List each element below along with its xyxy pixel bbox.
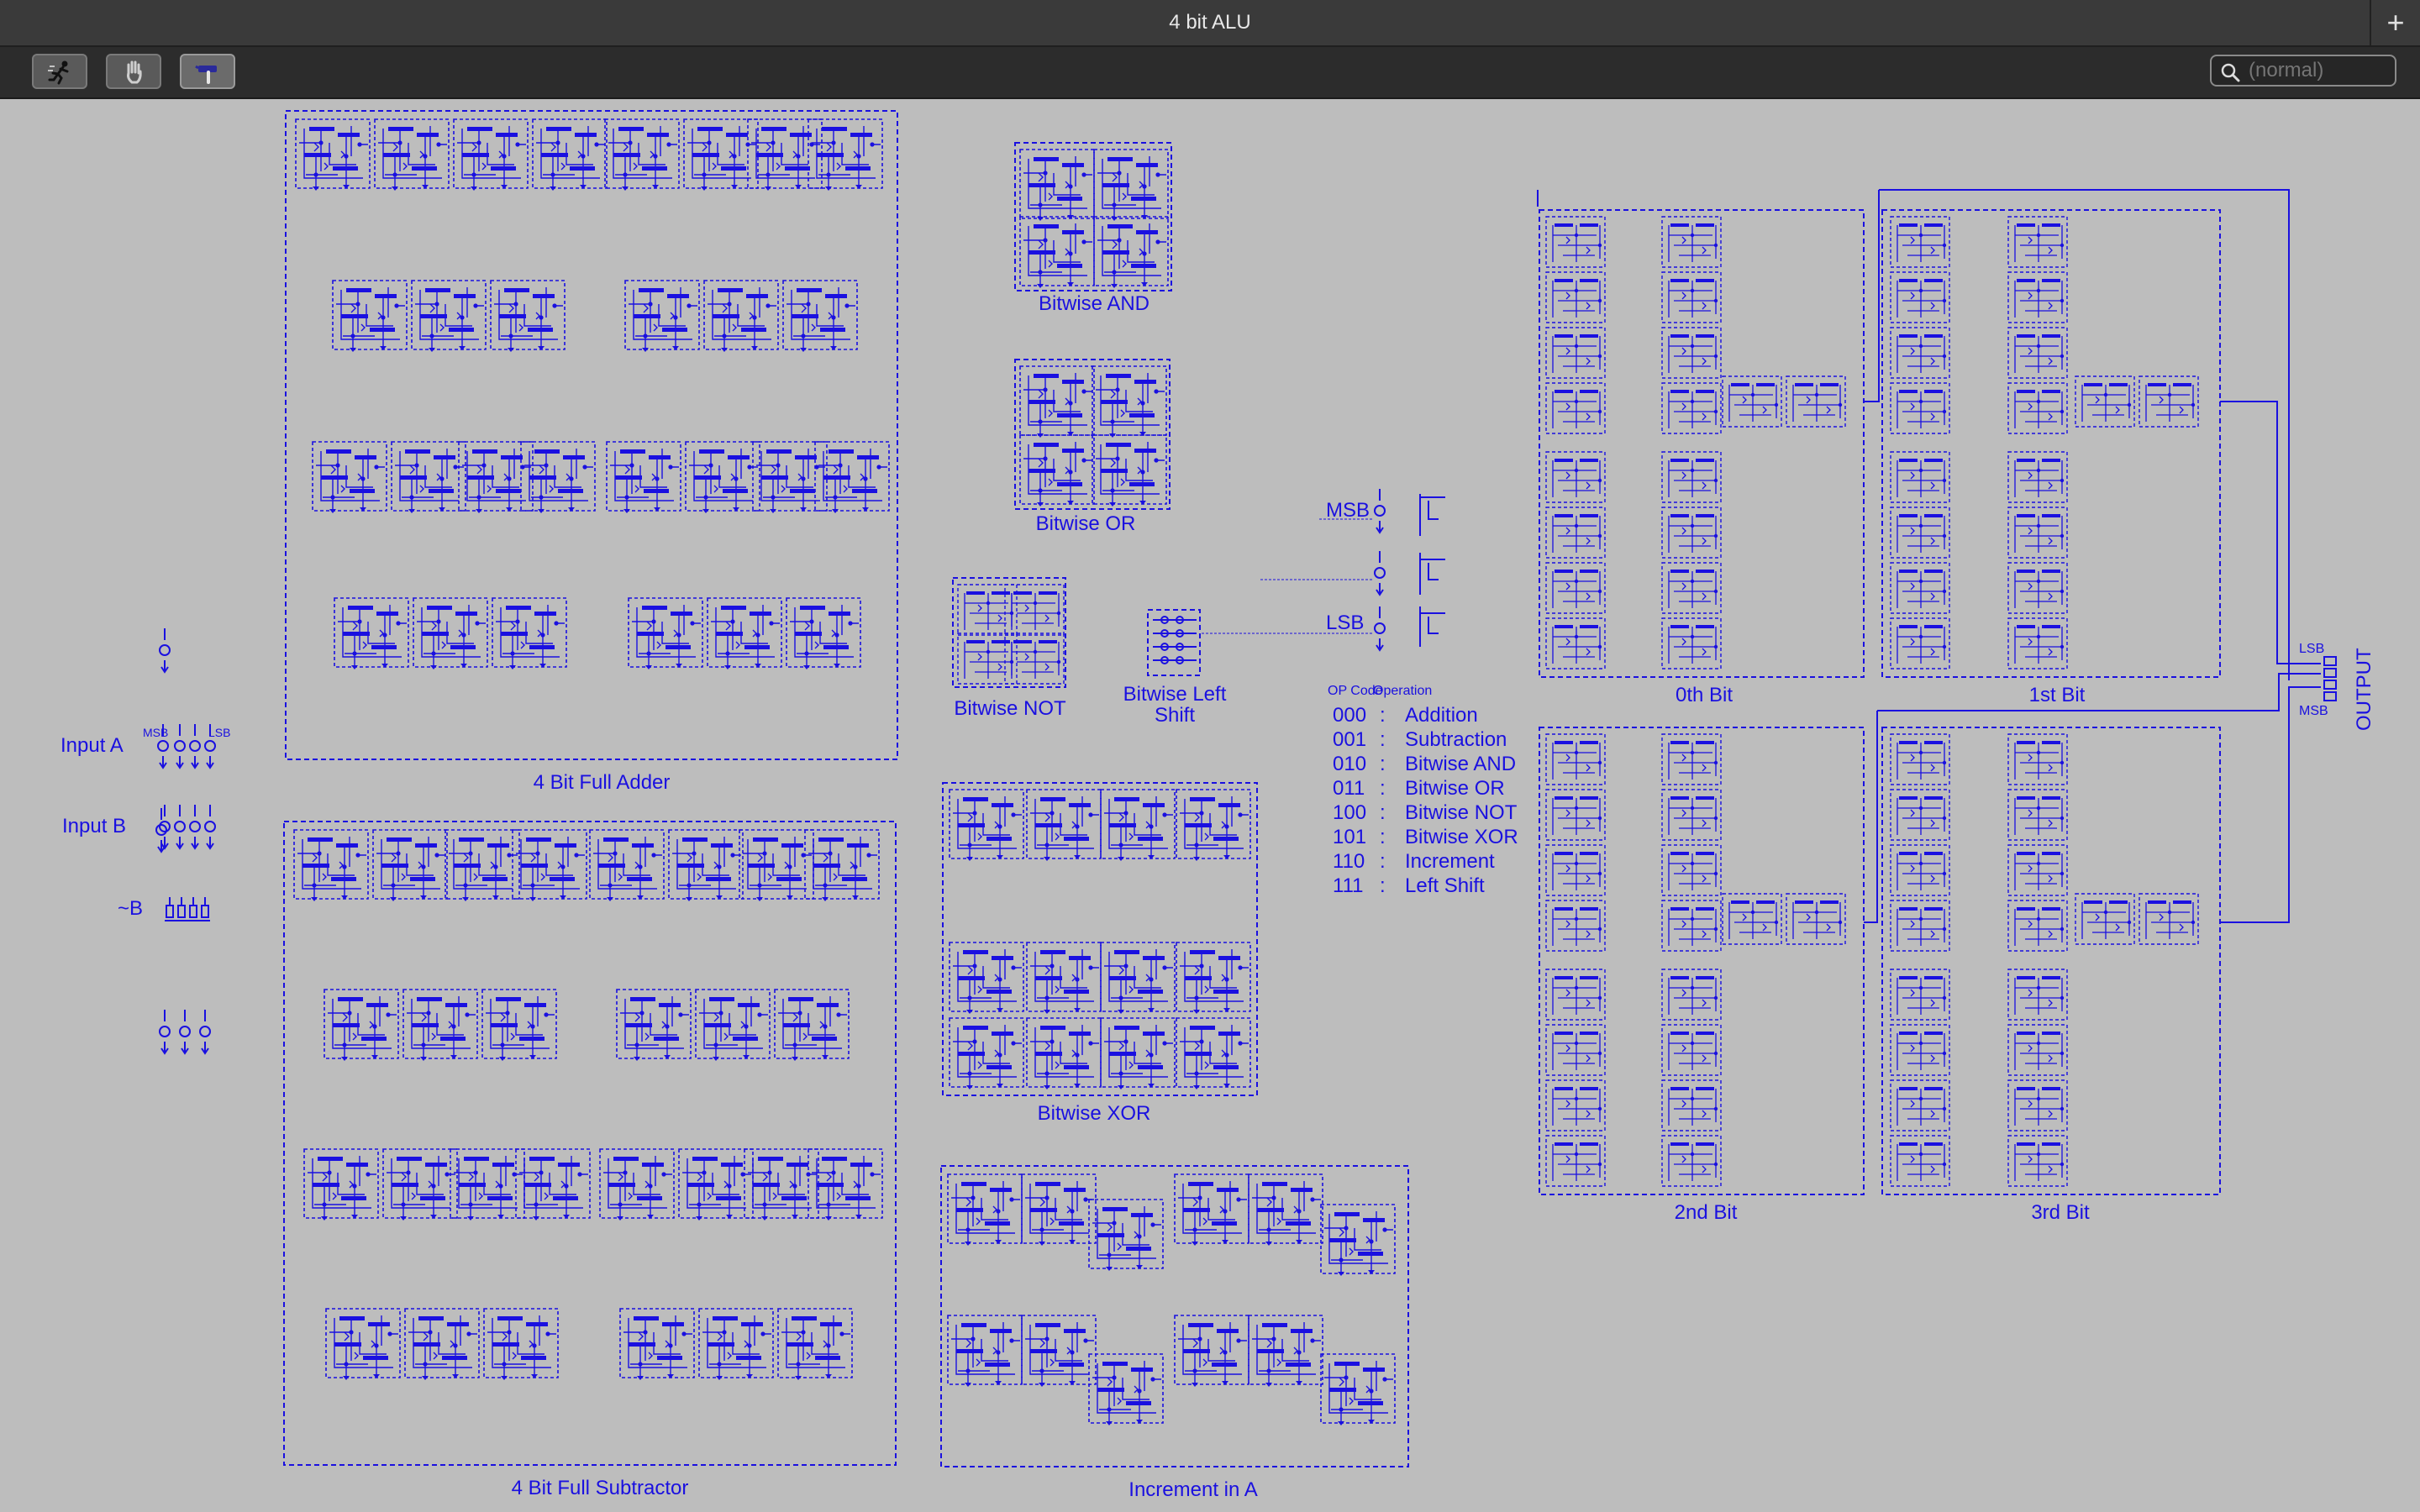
opcode-msb-label: MSB	[1326, 499, 1370, 522]
add-tab-button[interactable]: +	[2370, 0, 2420, 45]
op-separator: :	[1380, 874, 1386, 897]
schematic-canvas[interactable]: Input A Input B ~B MSB LSB 4 Bit Full Ad…	[0, 99, 2420, 1512]
op-separator: :	[1380, 777, 1386, 800]
mux-bit-cells	[1546, 217, 2199, 1186]
op-row: 011: Bitwise OR	[1333, 777, 1518, 801]
input-a-msb-label: MSB	[143, 726, 169, 739]
bitwise-and-cells	[1019, 149, 1169, 289]
op-code: 010	[1333, 753, 1367, 775]
op-code: 101	[1333, 826, 1367, 848]
opcode-selector	[1202, 488, 1445, 651]
bitwise-or-cells	[1019, 365, 1167, 507]
not-b-pins	[165, 897, 210, 921]
full-subtractor-label: 4 Bit Full Subtractor	[511, 1477, 689, 1499]
op-operation: Bitwise OR	[1405, 777, 1505, 800]
increment-cells	[947, 1173, 1396, 1426]
op-separator: :	[1380, 753, 1386, 775]
op-operation: Bitwise NOT	[1405, 801, 1518, 824]
hand-icon	[127, 60, 142, 84]
left-shift-cells	[1153, 616, 1197, 664]
input-a-pins	[155, 723, 216, 853]
op-code: 111	[1333, 874, 1364, 897]
op-code: 011	[1333, 777, 1365, 800]
op-row: 111: Left Shift	[1333, 874, 1518, 899]
op-code-table: 000: Addition 001: Subtraction 010: Bitwise…	[1333, 704, 1518, 899]
window-title: 4 bit ALU	[1169, 11, 1251, 34]
op-code: 001	[1333, 728, 1367, 751]
search-box[interactable]	[2210, 55, 2396, 87]
search-input[interactable]	[2249, 60, 2390, 81]
bitwise-not-cells	[957, 584, 1065, 685]
hammer-icon	[195, 65, 217, 84]
running-person-icon	[48, 60, 69, 85]
output-pins	[2323, 656, 2337, 701]
bitwise-not-label: Bitwise NOT	[954, 697, 1066, 720]
build-tool-button[interactable]	[180, 54, 235, 89]
op-operation: Addition	[1405, 704, 1478, 727]
op-table-header-operation: Operation	[1373, 684, 1433, 698]
circuit-schematic	[155, 110, 2337, 1467]
op-operation: Increment	[1405, 850, 1495, 873]
op-row: 001: Subtraction	[1333, 728, 1518, 753]
increment-label: Increment in A	[1128, 1478, 1258, 1501]
op-row: 110: Increment	[1333, 850, 1518, 874]
op-code: 110	[1333, 850, 1365, 873]
plus-icon: +	[2386, 5, 2405, 39]
output-label: OUTPUT	[2353, 648, 2375, 731]
op-operation: Subtraction	[1405, 728, 1507, 751]
magnifier-icon	[2221, 63, 2240, 82]
full-subtractor-cells	[293, 829, 883, 1381]
mux-bit0-label: 0th Bit	[1675, 684, 1733, 706]
op-separator: :	[1380, 826, 1386, 848]
op-row: 100: Bitwise NOT	[1333, 801, 1518, 826]
bitwise-and-label: Bitwise AND	[1038, 292, 1150, 315]
bitwise-or-label: Bitwise OR	[1035, 512, 1136, 535]
op-code: 000	[1333, 704, 1367, 727]
op-row: 101: Bitwise XOR	[1333, 826, 1518, 850]
op-separator: :	[1380, 704, 1386, 727]
output-lsb-label: LSB	[2299, 642, 2325, 656]
mux-bit1-label: 1st Bit	[2028, 684, 2086, 706]
opcode-lsb-label: LSB	[1326, 612, 1365, 634]
clock-pin	[159, 627, 171, 673]
op-separator: :	[1380, 728, 1386, 751]
full-adder-label: 4 Bit Full Adder	[533, 771, 671, 794]
window-titlebar: 4 bit ALU +	[0, 0, 2420, 47]
full-adder-cells	[295, 118, 890, 670]
op-separator: :	[1380, 850, 1386, 873]
op-row: 010: Bitwise AND	[1333, 753, 1518, 777]
bitwise-xor-cells	[949, 789, 1251, 1090]
op-separator: :	[1380, 801, 1386, 824]
input-b-label: Input B	[62, 815, 127, 837]
toolbar	[0, 47, 2420, 99]
input-a-lsb-label: LSB	[208, 726, 231, 739]
mux-bit3-label: 3rd Bit	[2031, 1201, 2090, 1224]
output-msb-label: MSB	[2299, 704, 2328, 718]
not-b-label: ~B	[118, 897, 144, 920]
bitwise-xor-label: Bitwise XOR	[1037, 1102, 1151, 1125]
run-tool-button[interactable]	[32, 54, 87, 89]
op-operation: Bitwise AND	[1405, 753, 1517, 775]
mux-bit2-label: 2nd Bit	[1674, 1201, 1738, 1224]
op-code: 100	[1333, 801, 1367, 824]
hand-tool-button[interactable]	[106, 54, 161, 89]
input-b-pins	[159, 804, 216, 849]
select-pins	[159, 1009, 211, 1054]
left-shift-label: Bitwise Left Shift	[1123, 683, 1227, 727]
input-a-label: Input A	[60, 734, 124, 757]
op-operation: Bitwise XOR	[1405, 826, 1518, 848]
op-operation: Left Shift	[1405, 874, 1485, 897]
op-row: 000: Addition	[1333, 704, 1518, 728]
